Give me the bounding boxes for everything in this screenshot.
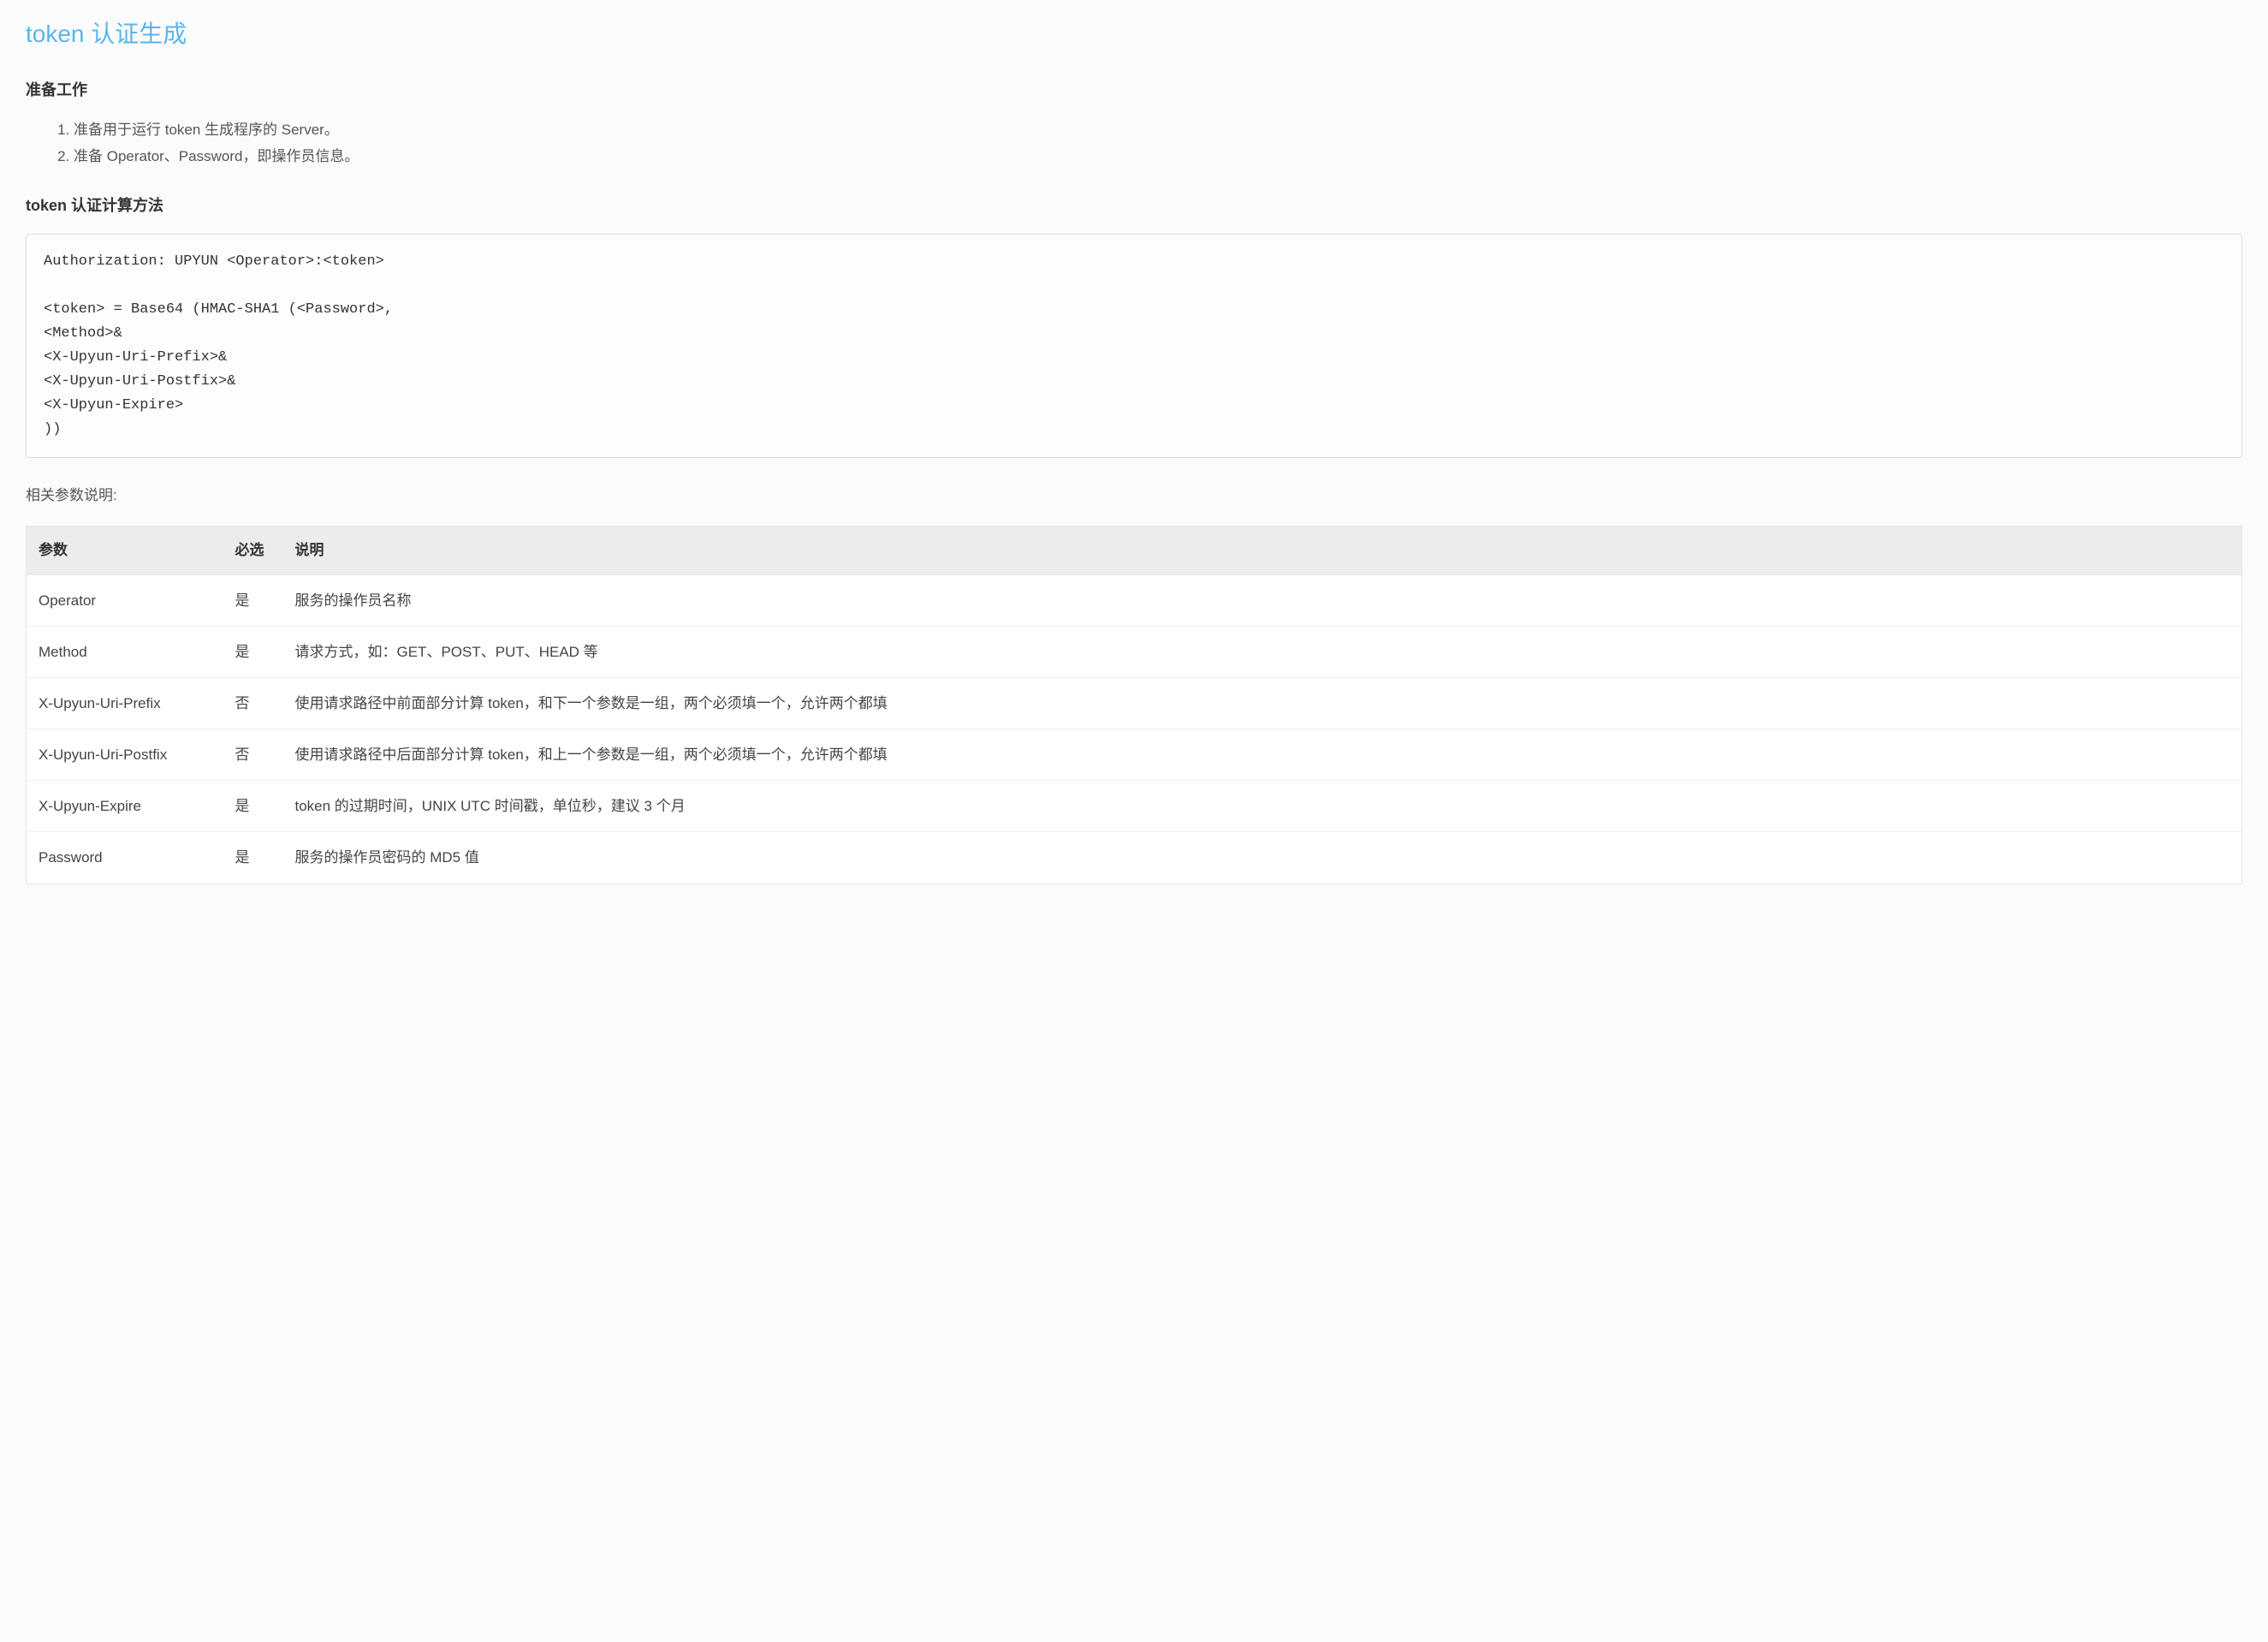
- table-row: X-Upyun-Uri-Prefix 否 使用请求路径中前面部分计算 token…: [27, 677, 2242, 729]
- table-row: X-Upyun-Expire 是 token 的过期时间，UNIX UTC 时间…: [27, 781, 2242, 832]
- cell-param: Operator: [27, 574, 223, 626]
- code-block: Authorization: UPYUN <Operator>:<token> …: [26, 234, 2242, 458]
- prep-step-item: 准备 Operator、Password，即操作员信息。: [74, 145, 2242, 168]
- cell-desc: 请求方式，如：GET、POST、PUT、HEAD 等: [283, 626, 2242, 677]
- cell-desc: 服务的操作员名称: [283, 574, 2242, 626]
- cell-required: 是: [223, 832, 283, 883]
- cell-param: Method: [27, 626, 223, 677]
- calc-heading: token 认证计算方法: [26, 193, 2242, 218]
- cell-param: X-Upyun-Expire: [27, 781, 223, 832]
- table-row: Password 是 服务的操作员密码的 MD5 值: [27, 832, 2242, 883]
- th-required: 必选: [223, 527, 283, 574]
- cell-required: 否: [223, 677, 283, 729]
- param-table: 参数 必选 说明 Operator 是 服务的操作员名称 Method 是 请求…: [26, 526, 2242, 883]
- cell-desc: 使用请求路径中后面部分计算 token，和上一个参数是一组，两个必须填一个，允许…: [283, 729, 2242, 781]
- cell-desc: 服务的操作员密码的 MD5 值: [283, 832, 2242, 883]
- table-row: X-Upyun-Uri-Postfix 否 使用请求路径中后面部分计算 toke…: [27, 729, 2242, 781]
- param-intro: 相关参数说明:: [26, 484, 2242, 507]
- cell-required: 是: [223, 574, 283, 626]
- cell-required: 是: [223, 626, 283, 677]
- prep-steps-list: 准备用于运行 token 生成程序的 Server。 准备 Operator、P…: [74, 118, 2242, 168]
- cell-desc: token 的过期时间，UNIX UTC 时间戳，单位秒，建议 3 个月: [283, 781, 2242, 832]
- table-row: Operator 是 服务的操作员名称: [27, 574, 2242, 626]
- table-header-row: 参数 必选 说明: [27, 527, 2242, 574]
- cell-param: Password: [27, 832, 223, 883]
- cell-desc: 使用请求路径中前面部分计算 token，和下一个参数是一组，两个必须填一个，允许…: [283, 677, 2242, 729]
- prep-heading: 准备工作: [26, 78, 2242, 103]
- cell-required: 否: [223, 729, 283, 781]
- cell-param: X-Upyun-Uri-Postfix: [27, 729, 223, 781]
- cell-required: 是: [223, 781, 283, 832]
- th-param: 参数: [27, 527, 223, 574]
- prep-step-item: 准备用于运行 token 生成程序的 Server。: [74, 118, 2242, 141]
- page-title: token 认证生成: [26, 0, 2242, 54]
- table-row: Method 是 请求方式，如：GET、POST、PUT、HEAD 等: [27, 626, 2242, 677]
- cell-param: X-Upyun-Uri-Prefix: [27, 677, 223, 729]
- th-desc: 说明: [283, 527, 2242, 574]
